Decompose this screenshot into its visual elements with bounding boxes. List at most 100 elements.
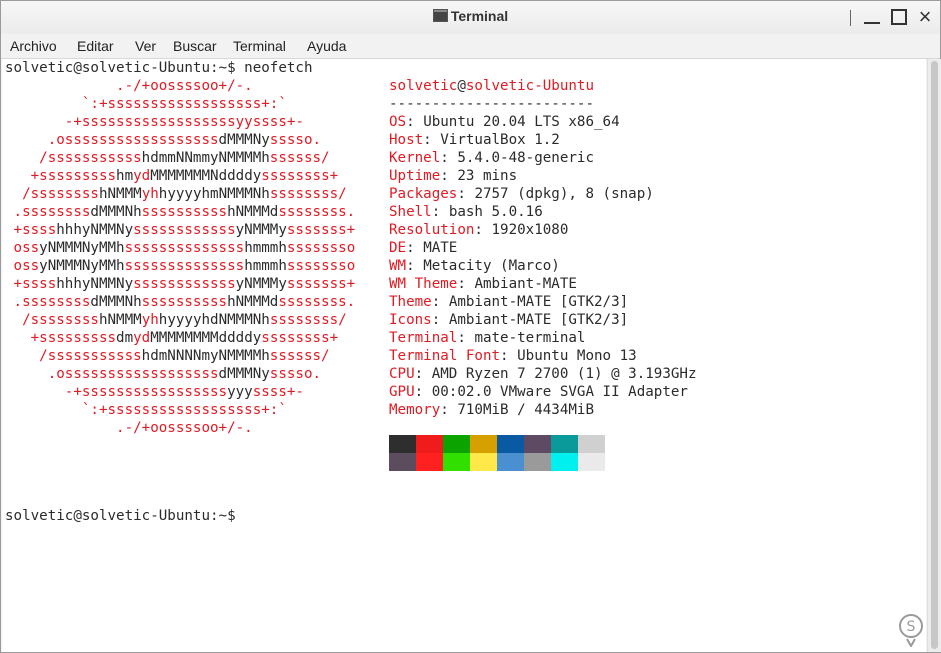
color-swatch (470, 435, 497, 453)
info-value: mate-terminal (474, 330, 586, 346)
logo-segment: hdmNNNNmyNMMMMh (141, 348, 270, 364)
logo-segment: `:+ssssssssssssssssss+:` (5, 96, 373, 112)
info-row: CPU: AMD Ryzen 7 2700 (1) @ 3.193GHz (389, 366, 697, 382)
logo-line: +sssshhhyNMMNyssssssssssssyNMMMysssssss+ (5, 275, 364, 293)
terminal-output[interactable]: solvetic@solvetic-Ubuntu:~$ neofetch .-/… (2, 59, 926, 652)
window-title-text: Terminal (450, 8, 509, 24)
logo-segment: hyyyyhdNMMMNh (158, 312, 270, 328)
logo-line: +ssssssssshmydMMMMMMMNddddyssssssss+ (5, 167, 364, 185)
info-value: Ubuntu 20.04 LTS x86_64 (423, 114, 620, 130)
menu-terminal[interactable]: Terminal (233, 38, 286, 54)
info-key: Icons (389, 312, 432, 328)
logo-segment: ssssssssss (141, 204, 228, 220)
scrollbar-thumb[interactable] (931, 61, 938, 649)
info-key: Memory (389, 402, 441, 418)
logo-segment: ssssssssssssss (124, 240, 245, 256)
info-key: CPU (389, 366, 415, 382)
logo-line: /sssssssshNMMMyhhyyyyhdNMMMNhssssssss/ (5, 311, 364, 329)
info-value: AMD Ryzen 7 2700 (1) @ 3.193GHz (431, 366, 697, 382)
logo-segment: dm (116, 330, 134, 346)
menu-archivo[interactable]: Archivo (10, 38, 57, 54)
logo-line: .ssssssssdMMMNhsssssssssshNMMMdssssssss. (5, 203, 364, 221)
color-swatch (551, 435, 578, 453)
terminal-icon (432, 9, 448, 22)
logo-line: /ssssssssssshdmmNNmmyNMMMMhssssss/ (5, 149, 372, 167)
info-value: MATE (423, 240, 458, 256)
info-row: WM Theme: Ambiant-MATE (389, 276, 577, 292)
color-swatch (389, 453, 416, 471)
logo-segment: ssssssss+ (261, 168, 364, 184)
color-swatch (416, 435, 443, 453)
logo-segment: `:+ssssssssssssssssss+:` (5, 402, 373, 418)
info-value: Ubuntu Mono 13 (517, 348, 637, 364)
menu-editar[interactable]: Editar (77, 38, 114, 54)
info-value: 23 mins (457, 168, 518, 184)
logo-segment: MMMMMMMMddddy (150, 330, 262, 346)
minimize-button[interactable] (863, 7, 881, 27)
logo-segment: ssss+- (252, 384, 373, 400)
logo-segment: yNMMMy (235, 222, 287, 238)
menu-ver[interactable]: Ver (135, 38, 156, 54)
logo-segment: .-/+oossssoo+/-. (5, 420, 373, 436)
info-key: Uptime (389, 168, 441, 184)
color-swatch (443, 435, 470, 453)
logo-segment: .ssssssss (5, 204, 91, 220)
color-swatch (524, 435, 551, 453)
logo-segment: ssssssssssss (133, 276, 236, 292)
info-key: Host (389, 132, 424, 148)
logo-segment: hNMMM (98, 312, 142, 328)
logo-segment: sssssss+ (286, 222, 364, 238)
color-swatch (497, 435, 524, 453)
info-row: Shell: bash 5.0.16 (389, 204, 543, 220)
shell-prompt: solvetic@solvetic-Ubuntu:~$ (5, 508, 236, 524)
logo-segment: yh (141, 186, 159, 202)
info-key: WM Theme (389, 276, 458, 292)
logo-segment: ssssssssssssss (124, 258, 245, 274)
logo-line: +sssshhhyNMMNyssssssssssssyNMMMysssssss+ (5, 221, 364, 239)
logo-segment: hNMMMd (227, 294, 279, 310)
logo-segment: ssssss/ (269, 348, 373, 364)
scrollbar[interactable] (927, 59, 941, 652)
logo-segment: hm (116, 168, 134, 184)
logo-segment: hmmmh (244, 258, 287, 274)
window-title: Terminal (1, 8, 940, 24)
logo-line: .ossssssssssssssssssdMMMNysssso. (5, 365, 372, 383)
logo-segment: sssssss+ (286, 276, 364, 292)
logo-segment: .-/+oossssoo+/-. (5, 78, 373, 94)
maximize-button[interactable] (891, 9, 907, 25)
logo-segment: +sssssssss (5, 330, 117, 346)
logo-segment: yNMMMNyMMh (39, 258, 125, 274)
logo-segment: -+ssssssssssssssssssyyssss+- (5, 114, 373, 130)
logo-segment: dMMMNy (218, 366, 270, 382)
logo-segment: hhhyNMMNy (56, 222, 134, 238)
info-row: Kernel: 5.4.0-48-generic (389, 150, 595, 166)
info-row: DE: MATE (389, 240, 458, 256)
menu-ayuda[interactable]: Ayuda (307, 38, 346, 54)
logo-segment: /sssssssssss (5, 348, 142, 364)
logo-segment: hNMMMd (227, 204, 279, 220)
logo-segment: ssssssss. (278, 204, 364, 220)
logo-segment: /ssssssss (5, 186, 99, 202)
logo-line: /sssssssshNMMMyhhyyyyhmNMMMNhssssssss/ (5, 185, 364, 203)
info-key: GPU (389, 384, 415, 400)
logo-line: .ssssssssdMMMNhsssssssssshNMMMdssssssss. (5, 293, 364, 311)
close-button[interactable]: × (916, 6, 934, 28)
logo-segment: dMMMNh (90, 204, 142, 220)
logo-segment: .ossssssssssssssssss (5, 132, 219, 148)
logo-segment: .ssssssss (5, 294, 91, 310)
info-value: Ambiant-MATE [GTK2/3] (448, 312, 629, 328)
logo-segment: yNMMMy (235, 276, 287, 292)
title-bar[interactable]: Terminal × (1, 1, 940, 34)
command-line: solvetic@solvetic-Ubuntu:~$ neofetch (5, 60, 313, 76)
logo-segment: hyyyyhmNMMMNh (158, 186, 270, 202)
logo-segment: oss (5, 258, 40, 274)
info-key: Kernel (389, 150, 441, 166)
logo-segment: ssssssssssss (133, 222, 236, 238)
logo-segment: hdmmNNmmyNMMMMh (141, 150, 270, 166)
logo-segment: yd (133, 168, 151, 184)
logo-segment: +ssss (5, 276, 57, 292)
logo-segment: sssso. (269, 132, 373, 148)
info-row: Terminal: mate-terminal (389, 330, 586, 346)
menu-buscar[interactable]: Buscar (173, 38, 217, 54)
info-key: WM (389, 258, 407, 274)
